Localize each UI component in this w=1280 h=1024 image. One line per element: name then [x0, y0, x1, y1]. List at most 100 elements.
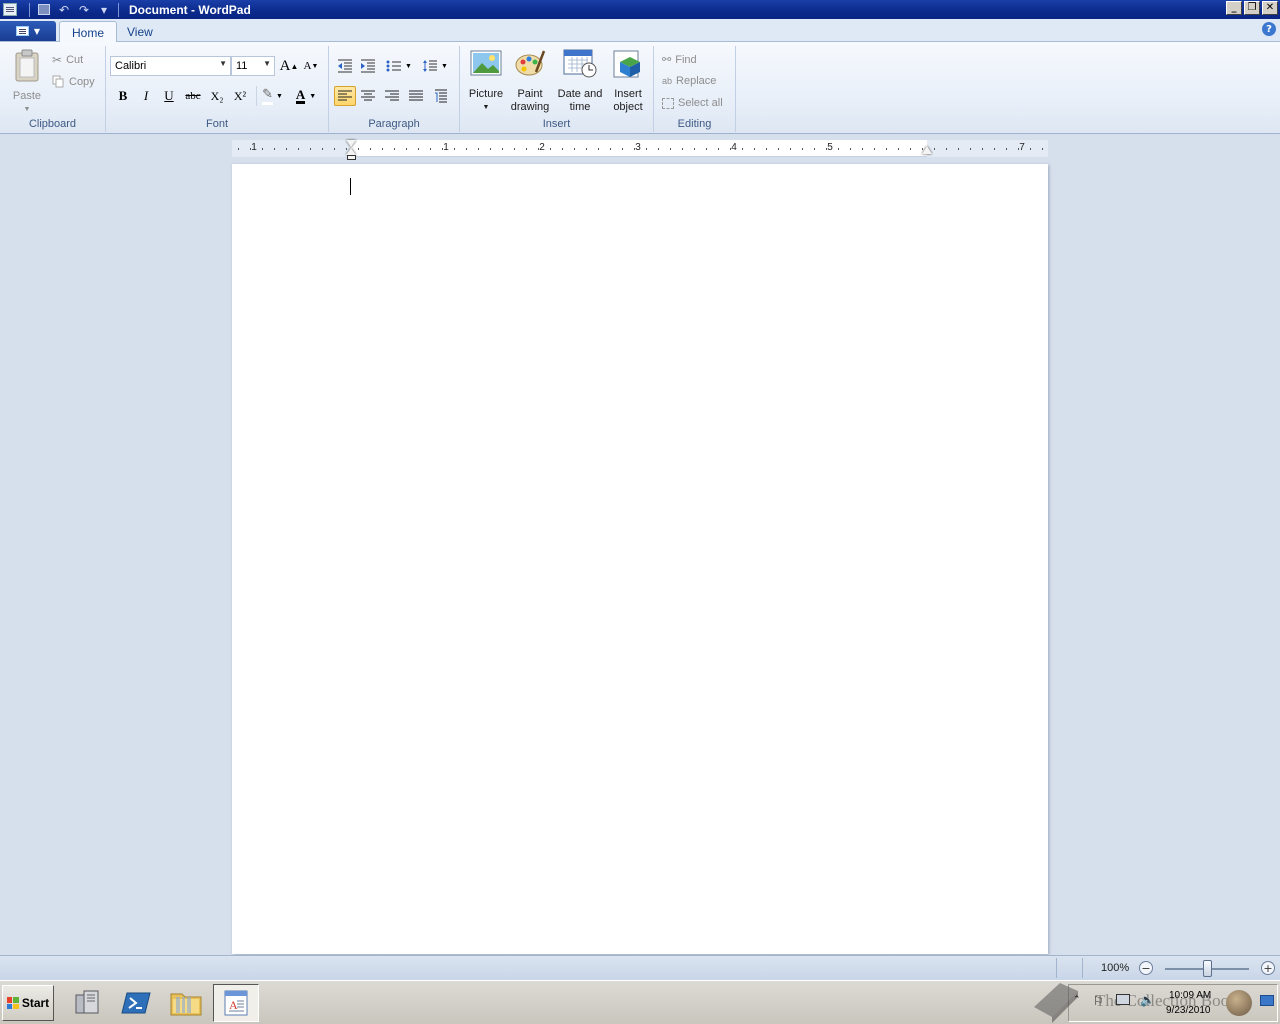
- align-left-button[interactable]: [334, 86, 356, 106]
- paragraph-settings-button[interactable]: [430, 86, 452, 106]
- volume-icon[interactable]: 🔈: [1140, 993, 1155, 1007]
- picture-button[interactable]: Picture ▼: [466, 48, 506, 114]
- line-spacing-icon: [423, 60, 438, 72]
- grow-font-icon: A: [279, 57, 291, 74]
- ruler-tick-mark: [730, 148, 731, 150]
- zoom-out-button[interactable]: −: [1139, 961, 1153, 975]
- save-button[interactable]: [34, 1, 54, 18]
- strikethrough-icon: abc: [185, 90, 201, 102]
- ruler-tick-mark: [238, 148, 239, 150]
- font-size-select[interactable]: 11 ▼: [231, 56, 275, 76]
- hanging-indent-marker[interactable]: [346, 148, 356, 155]
- strikethrough-button[interactable]: abc: [182, 86, 204, 106]
- taskbar-explorer[interactable]: [163, 984, 209, 1022]
- network-icon[interactable]: [1116, 994, 1130, 1005]
- grow-font-button[interactable]: A ▲: [278, 56, 300, 76]
- line-spacing-button[interactable]: ▼: [419, 56, 451, 76]
- scissors-icon: ✂: [52, 53, 63, 67]
- date-time-button[interactable]: Date and time: [556, 48, 604, 114]
- ruler-tick-mark: [430, 148, 431, 150]
- select-all-button[interactable]: Select all: [662, 97, 723, 109]
- ruler-tick-mark: [634, 148, 635, 150]
- chevron-down-icon: ▼: [482, 104, 490, 111]
- restore-button[interactable]: ❐: [1244, 1, 1260, 15]
- paint-drawing-button[interactable]: Paint drawing: [508, 48, 552, 114]
- clock-date[interactable]: 9/23/2010: [1166, 1005, 1211, 1016]
- increase-indent-button[interactable]: [357, 56, 379, 76]
- font-color-icon: A: [295, 87, 306, 104]
- ruler-tick-mark: [718, 148, 719, 150]
- binoculars-icon: ⚯: [662, 54, 672, 66]
- ruler-number: 1: [443, 142, 449, 153]
- svg-text:A: A: [229, 998, 238, 1012]
- show-hidden-icons-icon[interactable]: ⌃: [1073, 995, 1081, 1005]
- first-line-indent-marker[interactable]: [346, 140, 356, 147]
- close-button[interactable]: ✕: [1262, 1, 1278, 15]
- find-button[interactable]: ⚯ Find: [662, 53, 697, 67]
- start-button[interactable]: Start: [2, 985, 54, 1021]
- zoom-level[interactable]: 100%: [1101, 962, 1129, 974]
- zoom-slider-thumb[interactable]: [1203, 960, 1212, 977]
- align-center-button[interactable]: [357, 86, 379, 106]
- text-cursor: [350, 178, 351, 195]
- left-indent-marker[interactable]: [347, 155, 356, 160]
- application-menu-button[interactable]: ▼: [0, 21, 56, 41]
- italic-button[interactable]: I: [135, 86, 157, 106]
- clock-time[interactable]: 10:09 AM: [1169, 990, 1211, 1001]
- bullets-button[interactable]: ▼: [383, 56, 415, 76]
- user-avatar[interactable]: [1226, 990, 1252, 1016]
- ruler-tick-mark: [826, 148, 827, 150]
- shrink-font-button[interactable]: A ▼: [300, 56, 322, 76]
- customize-qat-button[interactable]: ▾: [94, 1, 114, 18]
- tab-home[interactable]: Home: [59, 21, 118, 43]
- ruler[interactable]: 1 1 2 3 4 5 7: [232, 140, 1048, 160]
- paragraph-group-label: Paragraph: [368, 118, 420, 130]
- ruler-tick-mark: [790, 148, 791, 150]
- help-icon[interactable]: ?: [1262, 22, 1276, 36]
- insert-object-label-line1: Insert: [614, 88, 642, 100]
- undo-button[interactable]: ↶: [54, 1, 74, 18]
- document-icon: [15, 26, 29, 36]
- paste-label: Paste: [12, 90, 42, 102]
- font-color-button[interactable]: A ▼: [291, 86, 321, 106]
- paste-button[interactable]: Paste ▼: [8, 48, 46, 116]
- right-indent-marker[interactable]: [922, 146, 932, 154]
- minimize-button[interactable]: _: [1226, 1, 1242, 15]
- insert-object-button[interactable]: Insert object: [608, 48, 648, 114]
- powershell-icon: [121, 992, 151, 1014]
- save-icon: [38, 4, 50, 15]
- chevron-down-icon: ▼: [441, 62, 448, 70]
- underline-button[interactable]: U: [158, 86, 180, 106]
- bold-button[interactable]: B: [112, 86, 134, 106]
- ruler-tick-mark: [994, 148, 995, 150]
- taskbar-powershell[interactable]: [113, 984, 159, 1022]
- justify-button[interactable]: [405, 86, 427, 106]
- highlight-color-button[interactable]: ✎ ▼: [256, 86, 288, 106]
- replace-icon: ab: [662, 76, 673, 86]
- wordpad-app-icon[interactable]: [3, 3, 17, 16]
- cut-button[interactable]: ✂ Cut: [52, 53, 83, 67]
- zoom-in-button[interactable]: +: [1261, 961, 1275, 975]
- ruler-tick-mark: [262, 148, 263, 150]
- action-center-flag-icon[interactable]: ⚐: [1093, 994, 1104, 1008]
- align-right-button[interactable]: [381, 86, 403, 106]
- ruler-tick-mark: [406, 148, 407, 150]
- superscript-button[interactable]: X²: [229, 86, 251, 106]
- subscript-button[interactable]: X₂: [206, 86, 228, 106]
- date-label-line2: time: [569, 101, 591, 113]
- tab-view[interactable]: View: [115, 21, 165, 43]
- font-family-select[interactable]: Calibri ▼: [110, 56, 231, 76]
- decrease-indent-button[interactable]: [334, 56, 356, 76]
- redo-button[interactable]: ↷: [74, 1, 94, 18]
- document-page[interactable]: [232, 164, 1048, 954]
- show-desktop-icon[interactable]: [1260, 995, 1274, 1006]
- taskbar-server-manager[interactable]: [64, 984, 110, 1022]
- ruler-tick-mark: [358, 148, 359, 150]
- ruler-tick-mark: [550, 148, 551, 150]
- taskbar-wordpad[interactable]: A: [213, 984, 259, 1022]
- copy-button[interactable]: Copy: [52, 75, 95, 88]
- picture-label: Picture: [468, 88, 504, 100]
- replace-button[interactable]: ab Replace: [662, 75, 716, 87]
- ruler-number: 3: [635, 142, 641, 153]
- quick-access-toolbar: ↶ ↷ ▾: [25, 0, 123, 19]
